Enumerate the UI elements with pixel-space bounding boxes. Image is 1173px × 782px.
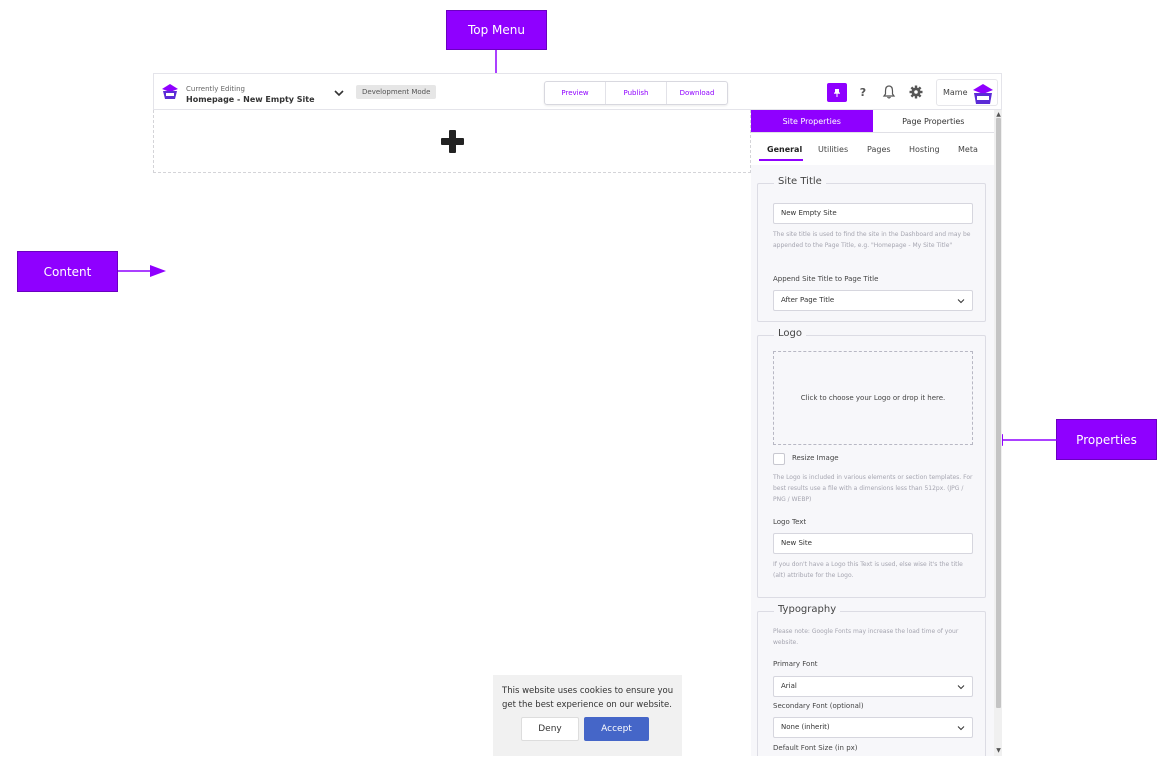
logo-legend: Logo [774,328,806,339]
primary-font-select[interactable]: Arial [773,676,973,697]
currently-editing-label: Currently Editing [186,85,245,93]
chevron-down-icon [957,726,965,731]
callout-top-menu: Top Menu [446,10,547,50]
secondary-font-select[interactable]: None (inherit) [773,717,973,738]
tab-page-properties[interactable]: Page Properties [872,110,994,133]
properties-tabs: Site Properties Page Properties [751,110,994,133]
current-page-name: Homepage - New Empty Site [186,95,315,104]
logo-drop-text: Click to choose your Logo or drop it her… [800,394,946,402]
cookie-message: This website uses cookies to ensure you … [502,686,674,710]
callout-properties: Properties [1056,419,1157,460]
avatar-icon [973,84,993,104]
subtab-utilities[interactable]: Utilities [818,145,848,154]
site-title-input[interactable]: New Empty Site [773,203,973,224]
logo-text-help: If you don't have a Logo this Text is us… [773,561,963,579]
plus-icon[interactable] [441,130,464,153]
typography-legend: Typography [774,604,841,615]
cookie-banner: This website uses cookies to ensure you … [493,675,682,756]
download-button[interactable]: Download [667,82,727,104]
resize-image-label: Resize Image [792,454,839,462]
cookie-deny-button[interactable]: Deny [521,717,579,741]
logo-group: Logo Click to choose your Logo or drop i… [757,328,986,598]
subtab-hosting[interactable]: Hosting [909,145,940,154]
site-title-legend: Site Title [774,176,826,187]
callout-content: Content [17,251,118,292]
pin-icon [834,88,840,97]
content-area[interactable] [153,110,751,173]
subtab-general[interactable]: General [767,145,802,154]
publish-button[interactable]: Publish [606,82,667,104]
brand-logo-icon[interactable] [161,83,179,101]
append-title-value: After Page Title [781,296,835,304]
scroll-up-arrow-icon[interactable]: ▲ [995,111,1002,118]
gear-icon[interactable] [908,84,924,100]
pin-button[interactable] [827,83,847,102]
panel-scrollbar-thumb[interactable] [996,118,1001,708]
user-name: Mame [943,88,968,97]
typography-note: Please note: Google Fonts may increase t… [773,628,959,646]
mode-badge: Development Mode [356,85,437,99]
logo-help: The Logo is included in various elements… [773,474,973,503]
resize-image-checkbox[interactable] [773,453,785,465]
typography-group: Typography Please note: Google Fonts may… [757,604,986,756]
logo-dropzone[interactable]: Click to choose your Logo or drop it her… [773,351,973,445]
properties-panel: Site Properties Page Properties General … [751,110,994,756]
primary-font-value: Arial [781,682,797,690]
scroll-down-arrow-icon[interactable]: ▼ [995,747,1002,754]
help-icon[interactable]: ? [855,84,871,100]
subtab-pages[interactable]: Pages [867,145,891,154]
preview-button[interactable]: Preview [545,82,606,104]
append-title-label: Append Site Title to Page Title [773,275,879,283]
currently-editing: Currently Editing Homepage - New Empty S… [186,85,315,104]
primary-font-label: Primary Font [773,660,818,668]
secondary-font-label: Secondary Font (optional) [773,702,864,710]
logo-text-input[interactable]: New Site [773,533,973,554]
logo-text-label: Logo Text [773,518,807,526]
font-size-label: Default Font Size (in px) [773,744,858,752]
secondary-font-value: None (inherit) [781,723,830,731]
active-subtab-indicator [759,159,803,161]
bell-icon[interactable] [881,84,897,100]
chevron-down-icon [957,299,965,304]
user-menu[interactable]: Mame [936,79,998,106]
site-title-group: Site Title New Empty Site The site title… [757,176,986,322]
cookie-accept-button[interactable]: Accept [584,717,649,741]
top-menu: Currently Editing Homepage - New Empty S… [153,73,1002,110]
site-editor: Currently Editing Homepage - New Empty S… [153,73,1002,756]
tab-site-properties[interactable]: Site Properties [751,110,873,133]
subtab-meta[interactable]: Meta [958,145,978,154]
chevron-down-icon[interactable] [332,86,346,100]
site-title-help: The site title is used to find the site … [773,231,971,249]
action-button-group: Preview Publish Download [544,81,728,105]
append-title-select[interactable]: After Page Title [773,290,973,311]
chevron-down-icon [957,685,965,690]
